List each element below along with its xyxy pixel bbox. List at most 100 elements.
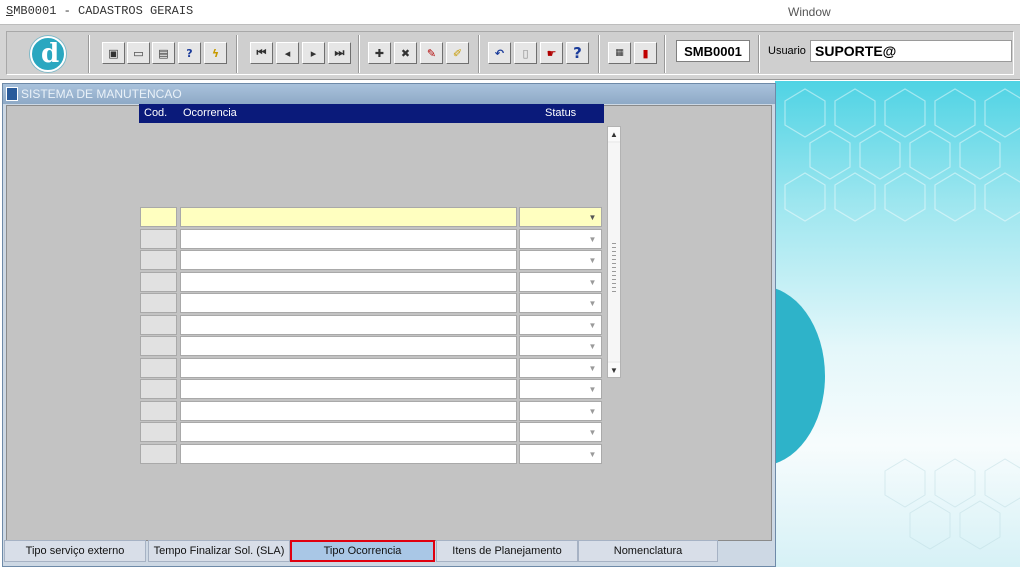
background-decoration — [775, 81, 1020, 567]
status-select[interactable]: ▼ — [519, 250, 602, 270]
title-bar: SMB0001 - CADASTROS GERAIS Window — [0, 0, 1020, 24]
status-select[interactable]: ▼ — [519, 422, 602, 442]
cod-field[interactable] — [140, 444, 177, 464]
app-title-text: MB0001 - CADASTROS GERAIS — [13, 4, 194, 18]
table-row: ▼ — [140, 444, 603, 464]
status-select[interactable]: ▼ — [519, 336, 602, 356]
toolbar-separator — [758, 35, 760, 73]
scroll-grip — [612, 243, 616, 293]
cod-field[interactable] — [140, 229, 177, 249]
undo-icon[interactable]: ↶ — [488, 42, 511, 64]
scroll-down-icon[interactable]: ▼ — [608, 363, 620, 377]
next-record-icon[interactable]: ▸ — [302, 42, 325, 64]
cod-field[interactable] — [140, 358, 177, 378]
table-row: ▼ — [140, 336, 603, 356]
cod-field[interactable] — [140, 315, 177, 335]
chevron-down-icon[interactable]: ▼ — [585, 381, 600, 397]
column-header-status: Status — [545, 107, 577, 119]
first-record-icon[interactable]: ⏮ — [250, 42, 273, 64]
tab-bar: Tipo serviço externo Tempo Finalizar Sol… — [2, 540, 776, 564]
tab-nomenclatura[interactable]: Nomenclatura — [578, 540, 718, 562]
status-select[interactable]: ▼ — [519, 401, 602, 421]
cod-field[interactable] — [140, 272, 177, 292]
ocorrencia-field[interactable] — [180, 250, 517, 270]
help-icon[interactable]: ? — [566, 42, 589, 64]
delete-record-icon[interactable]: ✖ — [394, 42, 417, 64]
form-icon — [6, 87, 18, 101]
exit-icon[interactable]: ▮ — [634, 42, 657, 64]
ocorrencia-field[interactable] — [180, 444, 517, 464]
edit-record-icon[interactable]: ✎ — [420, 42, 443, 64]
toolbar-separator — [358, 35, 360, 73]
table-row: ▼ — [140, 358, 603, 378]
ocorrencia-field[interactable] — [180, 207, 517, 227]
tab-itens-de-planejamento[interactable]: Itens de Planejamento — [436, 540, 578, 562]
cod-field[interactable] — [140, 250, 177, 270]
table-row: ▼ — [140, 379, 603, 399]
chevron-down-icon[interactable]: ▼ — [585, 231, 600, 247]
tools-icon[interactable]: ☛ — [540, 42, 563, 64]
form-title-text: SISTEMA DE MANUTENCAO — [21, 87, 182, 101]
chevron-down-icon[interactable]: ▼ — [585, 317, 600, 333]
execute-query-icon[interactable]: ϟ — [204, 42, 227, 64]
status-select[interactable]: ▼ — [519, 229, 602, 249]
previous-record-icon[interactable]: ◂ — [276, 42, 299, 64]
status-select[interactable]: ▼ — [519, 293, 602, 313]
ocorrencia-field[interactable] — [180, 315, 517, 335]
chevron-down-icon[interactable]: ▼ — [585, 274, 600, 290]
ocorrencia-field[interactable] — [180, 422, 517, 442]
table-row: ▼ — [140, 250, 603, 270]
grid-scrollbar[interactable]: ▲ ▼ — [607, 126, 621, 378]
chevron-down-icon[interactable]: ▼ — [585, 360, 600, 376]
chevron-down-icon[interactable]: ▼ — [585, 252, 600, 268]
cod-field[interactable] — [140, 401, 177, 421]
status-select[interactable]: ▼ — [519, 272, 602, 292]
chevron-down-icon[interactable]: ▼ — [585, 424, 600, 440]
status-select[interactable]: ▼ — [519, 315, 602, 335]
ocorrencia-field[interactable] — [180, 229, 517, 249]
query-help-icon[interactable]: ? — [178, 42, 201, 64]
window-menu[interactable]: Window — [788, 5, 831, 19]
table-row: ▼ — [140, 272, 603, 292]
cod-field[interactable] — [140, 379, 177, 399]
chevron-down-icon[interactable]: ▼ — [585, 446, 600, 462]
toolbar-separator — [478, 35, 480, 73]
ocorrencia-field[interactable] — [180, 379, 517, 399]
toolbar-separator — [236, 35, 238, 73]
status-select[interactable]: ▼ — [519, 207, 602, 227]
logo-glyph: d — [41, 39, 60, 69]
ocorrencia-field[interactable] — [180, 293, 517, 313]
chevron-down-icon[interactable]: ▼ — [585, 209, 600, 225]
clear-record-icon[interactable]: ✐ — [446, 42, 469, 64]
tab-tipo-ocorrencia[interactable]: Tipo Ocorrencia — [290, 540, 435, 562]
insert-record-icon[interactable]: ✚ — [368, 42, 391, 64]
cod-field[interactable] — [140, 422, 177, 442]
app-title: SMB0001 - CADASTROS GERAIS — [6, 4, 193, 18]
status-select[interactable]: ▼ — [519, 358, 602, 378]
ocorrencia-field[interactable] — [180, 336, 517, 356]
print-icon[interactable]: ▤ — [152, 42, 175, 64]
save-icon[interactable]: ▣ — [102, 42, 125, 64]
form-window-title: SISTEMA DE MANUTENCAO — [3, 84, 775, 104]
menu-icon[interactable]: ▦ — [608, 42, 631, 64]
cod-field[interactable] — [140, 207, 177, 227]
chevron-down-icon[interactable]: ▼ — [585, 338, 600, 354]
table-row: ▼ — [140, 315, 603, 335]
tab-tempo-finalizar-sla[interactable]: Tempo Finalizar Sol. (SLA) — [148, 540, 290, 562]
chevron-down-icon[interactable]: ▼ — [585, 295, 600, 311]
scroll-thumb[interactable] — [608, 143, 620, 361]
status-select[interactable]: ▼ — [519, 444, 602, 464]
form-code-field: SMB0001 — [676, 40, 750, 62]
status-select[interactable]: ▼ — [519, 379, 602, 399]
last-record-icon[interactable]: ⏭ — [328, 42, 351, 64]
scroll-up-icon[interactable]: ▲ — [608, 127, 620, 141]
clipboard-icon[interactable]: ▯ — [514, 42, 537, 64]
tab-tipo-servico-externo[interactable]: Tipo serviço externo — [4, 540, 146, 562]
cod-field[interactable] — [140, 293, 177, 313]
ocorrencia-field[interactable] — [180, 358, 517, 378]
cod-field[interactable] — [140, 336, 177, 356]
ocorrencia-field[interactable] — [180, 401, 517, 421]
chevron-down-icon[interactable]: ▼ — [585, 403, 600, 419]
ocorrencia-field[interactable] — [180, 272, 517, 292]
screen-icon[interactable]: ▭ — [127, 42, 150, 64]
